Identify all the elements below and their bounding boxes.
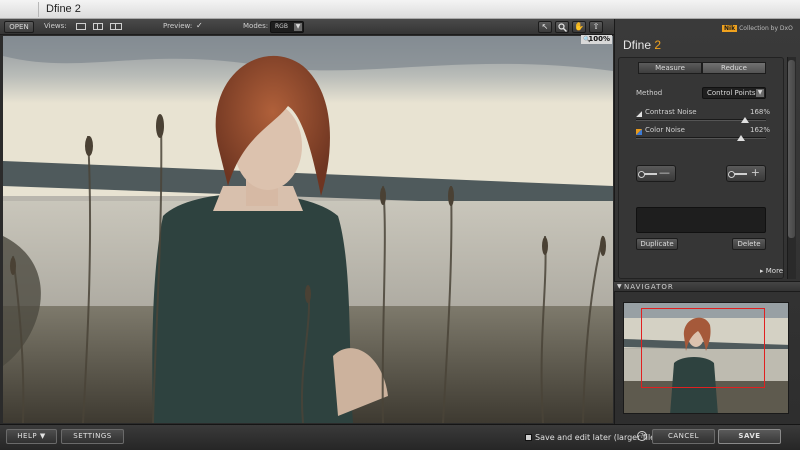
open-button[interactable]: OPEN <box>4 21 34 33</box>
add-control-point-button[interactable]: + <box>726 165 766 182</box>
color-noise-label: Color Noise <box>645 126 685 134</box>
method-select-value: Control Points <box>707 89 756 97</box>
app-version: 2 <box>654 38 662 52</box>
tab-reduce[interactable]: Reduce <box>702 62 766 74</box>
zoom-level: 100% <box>588 35 610 43</box>
app-name: Dfine 2 <box>623 38 661 52</box>
contrast-noise-value: 168% <box>750 108 771 116</box>
panel-scrollbar-thumb[interactable] <box>788 60 795 238</box>
duplicate-button[interactable]: Duplicate <box>636 238 678 250</box>
color-noise-slider-handle[interactable] <box>737 135 745 141</box>
navigator-label: NAVIGATOR <box>624 283 674 291</box>
window-title: Dfine 2 <box>46 3 81 15</box>
remove-control-point-button[interactable]: — <box>636 165 676 182</box>
app-name-text: Dfine <box>623 38 652 52</box>
navigator-preview[interactable] <box>623 302 789 414</box>
top-toolbar: OPEN Views: Preview: ✓ Modes: RGB ▼ ↖ ✋ … <box>0 19 614 35</box>
save-button[interactable]: SAVE <box>718 429 781 444</box>
cancel-button[interactable]: CANCEL <box>652 429 715 444</box>
brand-text: Collection by DxO <box>739 25 793 32</box>
preview-label: Preview: <box>163 22 193 30</box>
photo-canvas <box>3 36 613 423</box>
control-point-icon <box>638 171 657 178</box>
zoom-icon[interactable] <box>555 21 569 33</box>
hand-icon[interactable]: ✋ <box>572 21 586 33</box>
contrast-noise-icon <box>636 110 642 117</box>
chevron-down-icon: ▼ <box>294 23 302 31</box>
side-by-side-view-icon[interactable] <box>110 23 122 30</box>
brand-logo: Nik Collection by DxO <box>722 25 793 32</box>
titlebar-separator <box>38 2 39 17</box>
more-link[interactable]: ▸ More <box>760 267 783 275</box>
control-point-list[interactable] <box>636 207 766 233</box>
bottom-bar: HELP ▼ SETTINGS Save and edit later (lar… <box>0 424 800 450</box>
chevron-down-icon: ▼ <box>756 89 764 97</box>
color-noise-value: 162% <box>750 126 771 134</box>
color-noise-icon <box>636 128 642 135</box>
navigator-viewport-rect[interactable] <box>641 308 765 388</box>
tab-measure[interactable]: Measure <box>638 62 702 74</box>
help-button[interactable]: HELP ▼ <box>6 429 57 444</box>
single-view-icon[interactable] <box>76 23 86 30</box>
views-label: Views: <box>44 22 67 30</box>
color-noise-slider[interactable] <box>636 137 766 139</box>
modes-label: Modes: <box>243 22 269 30</box>
help-icon[interactable]: ? <box>637 431 647 441</box>
method-select[interactable]: Control Points ▼ <box>702 87 766 99</box>
contrast-noise-slider-handle[interactable] <box>741 117 749 123</box>
magnifier-icon: 🔍 <box>583 36 591 43</box>
plus-icon: + <box>750 166 760 179</box>
split-view-icon[interactable] <box>93 23 103 30</box>
delete-button[interactable]: Delete <box>732 238 766 250</box>
control-point-icon <box>728 171 747 178</box>
settings-button[interactable]: SETTINGS <box>61 429 124 444</box>
nik-logo: Nik <box>722 25 738 32</box>
contrast-noise-label: Contrast Noise <box>645 108 697 116</box>
preview-checkbox[interactable]: ✓ <box>196 22 204 30</box>
navigator-header[interactable]: ▼ NAVIGATOR <box>614 281 800 292</box>
zoom-indicator[interactable]: 🔍 100% <box>581 35 612 44</box>
mode-select-value: RGB <box>275 23 288 30</box>
collapse-arrow-icon: ▼ <box>617 283 623 290</box>
pointer-icon[interactable]: ↖ <box>538 21 552 33</box>
method-label: Method <box>636 89 663 97</box>
upload-icon[interactable]: ⇧ <box>589 21 603 33</box>
mode-select[interactable]: RGB ▼ <box>270 21 304 33</box>
image-preview[interactable] <box>3 36 613 423</box>
more-label: More <box>765 267 784 275</box>
minus-icon: — <box>659 166 670 179</box>
window-titlebar: Dfine 2 <box>0 0 800 19</box>
save-later-checkbox[interactable] <box>525 434 532 441</box>
